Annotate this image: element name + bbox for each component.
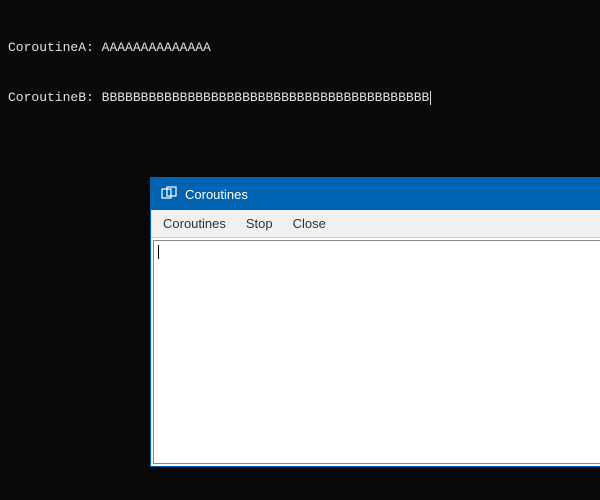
coroutine-b-label: CoroutineB: <box>8 90 94 105</box>
window-title: Coroutines <box>185 187 248 202</box>
terminal-line: CoroutineB: BBBBBBBBBBBBBBBBBBBBBBBBBBBB… <box>8 90 592 107</box>
menu-close[interactable]: Close <box>293 216 326 231</box>
window-icon <box>161 186 177 202</box>
coroutine-b-output: BBBBBBBBBBBBBBBBBBBBBBBBBBBBBBBBBBBBBBBB… <box>102 90 430 105</box>
coroutines-window: Coroutines Coroutines Stop Close <box>150 177 600 467</box>
coroutine-a-label: CoroutineA: <box>8 40 94 55</box>
window-titlebar[interactable]: Coroutines <box>151 178 600 210</box>
text-cursor <box>158 245 159 259</box>
window-content[interactable] <box>153 240 600 464</box>
terminal-output: CoroutineA: AAAAAAAAAAAAAA CoroutineB: B… <box>0 0 600 130</box>
coroutine-a-output: AAAAAAAAAAAAAA <box>102 40 211 55</box>
menu-stop[interactable]: Stop <box>246 216 273 231</box>
window-menubar: Coroutines Stop Close <box>151 210 600 238</box>
menu-coroutines[interactable]: Coroutines <box>163 216 226 231</box>
terminal-line: CoroutineA: AAAAAAAAAAAAAA <box>8 40 592 57</box>
terminal-cursor <box>430 91 431 105</box>
